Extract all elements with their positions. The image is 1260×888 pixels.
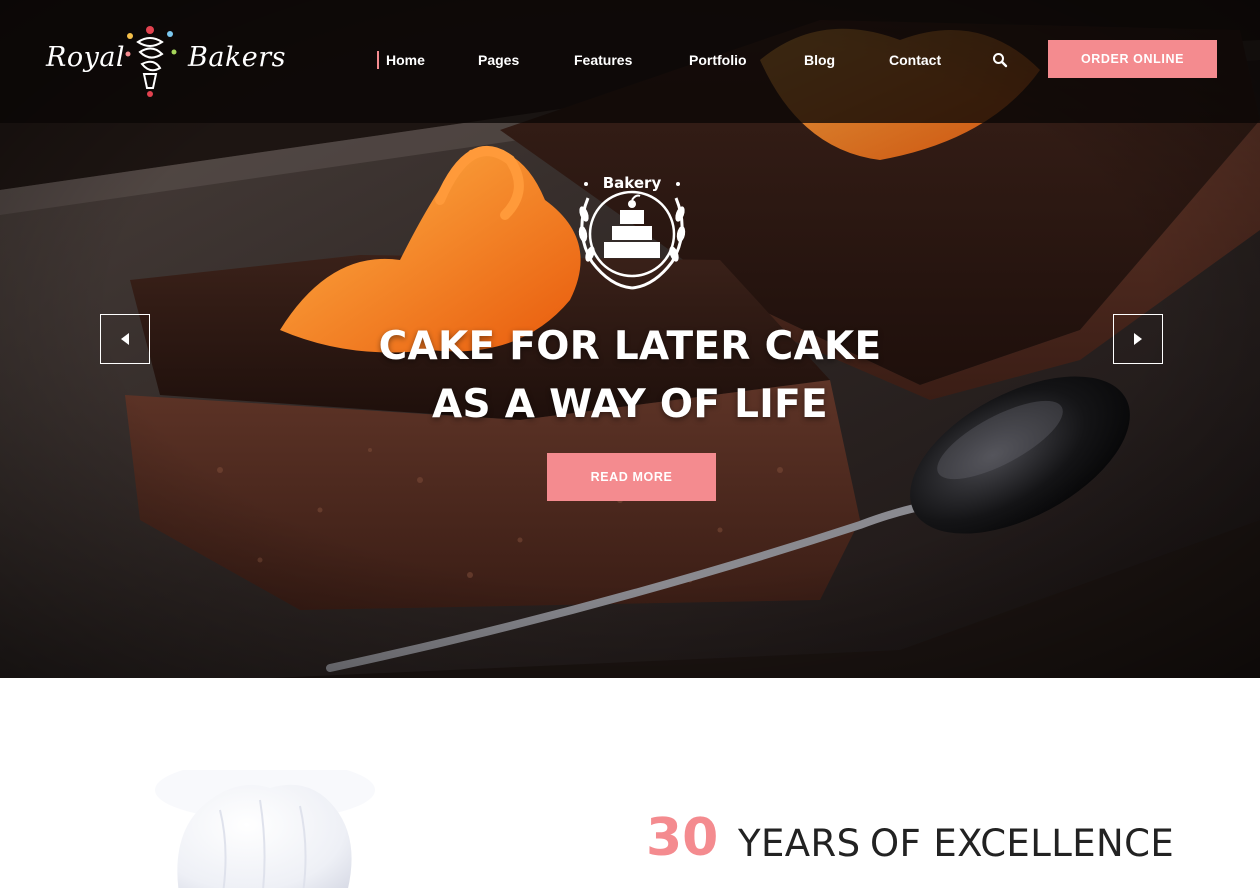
nav-home[interactable]: Home <box>377 51 425 69</box>
site-header: Royal Bakers Home Pages Features Portfol… <box>0 0 1260 123</box>
chevron-right-icon <box>1134 333 1142 345</box>
chef-hat-image <box>155 770 375 888</box>
bakery-badge-logo: Bakery <box>578 174 686 290</box>
nav-contact[interactable]: Contact <box>889 52 941 68</box>
read-more-button[interactable]: READ MORE <box>547 453 716 501</box>
hero-headline-line1: CAKE FOR LATER CAKE <box>378 324 882 369</box>
brand-name-right: Bakers <box>188 42 287 73</box>
chevron-left-icon <box>121 333 129 345</box>
hero-slider: Royal Bakers Home Pages Features Portfol… <box>0 0 1260 678</box>
about-section: 30 YEARS OF EXCELLENCE <box>0 678 1260 888</box>
cupcake-logo-icon <box>125 26 177 97</box>
badge-text: Bakery <box>603 174 662 192</box>
nav-blog[interactable]: Blog <box>804 52 835 68</box>
slider-prev-button[interactable] <box>100 314 150 364</box>
hero-headline-line2: AS A WAY OF LIFE <box>432 382 828 427</box>
brand-name-left: Royal <box>46 42 126 73</box>
years-number: 30 <box>646 808 719 868</box>
excellence-label: OF EXCELLENCE <box>870 822 1175 865</box>
nav-portfolio[interactable]: Portfolio <box>689 52 747 68</box>
nav-pages[interactable]: Pages <box>478 52 519 68</box>
order-online-button[interactable]: ORDER ONLINE <box>1048 40 1217 78</box>
years-label: YEARS <box>738 822 861 865</box>
brand-logo[interactable]: Royal Bakers <box>46 24 286 100</box>
hero-headline: CAKE FOR LATER CAKE AS A WAY OF LIFE <box>330 318 930 434</box>
search-icon[interactable] <box>992 52 1008 68</box>
slider-next-button[interactable] <box>1113 314 1163 364</box>
nav-features[interactable]: Features <box>574 52 632 68</box>
